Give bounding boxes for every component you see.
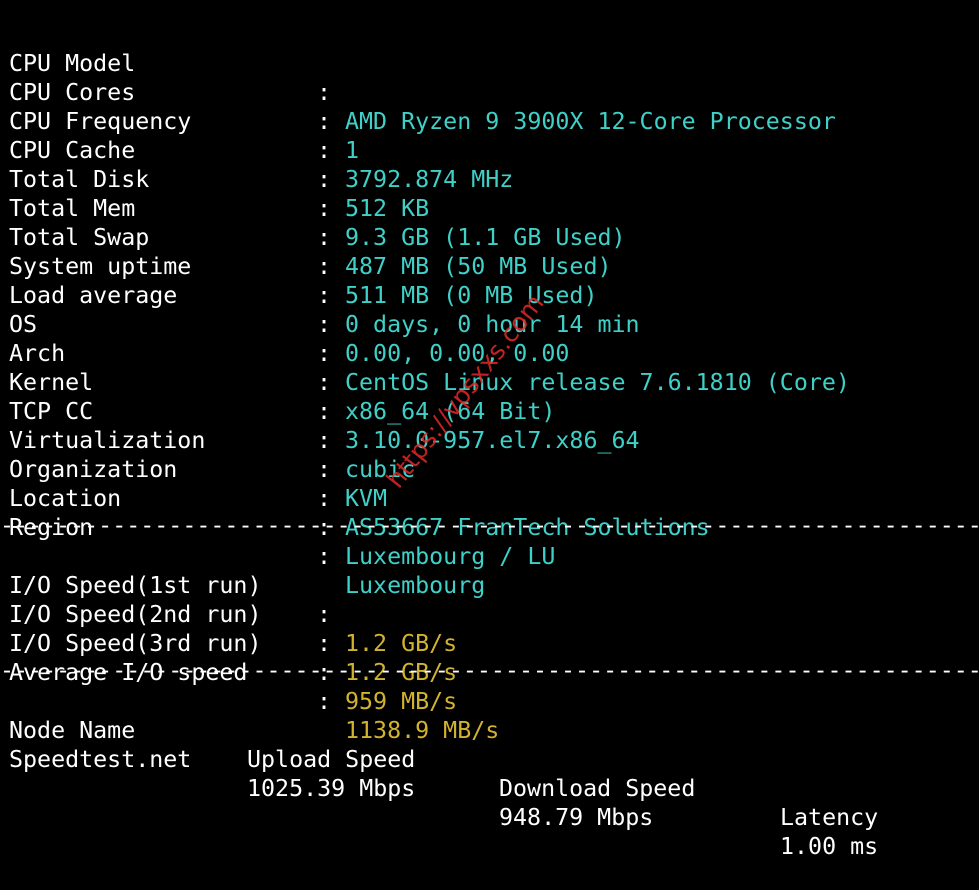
io-row-3rd-run: I/O Speed(3rd run) : 959 MB/s <box>9 600 457 715</box>
header-latency: Latency <box>780 804 879 831</box>
io-row-2nd-run: I/O Speed(2nd run) : 1.2 GB/s <box>9 571 457 686</box>
row-value: 3792.874 MHz <box>345 166 514 193</box>
row-value: KVM <box>345 485 388 512</box>
row-separator: : <box>317 166 332 193</box>
row-separator: : <box>317 340 332 367</box>
sysinfo-row-system-uptime: System uptime : 0 days, 0 hour 14 min <box>9 223 640 338</box>
row-separator: : <box>317 485 332 512</box>
sysinfo-row-arch: Arch : x86_64 (64 Bit) <box>9 310 555 425</box>
download-speed: 948.79 Mbps <box>499 804 654 831</box>
upload-speed: 1025.39 Mbps <box>247 775 416 802</box>
sysinfo-row-load-average: Load average : 0.00, 0.00, 0.00 <box>9 252 569 367</box>
row-value: Luxembourg / LU <box>345 543 556 570</box>
row-separator: : <box>317 456 332 483</box>
sysinfo-row-cpu-cache: CPU Cache : 512 KB <box>9 107 429 222</box>
row-separator: : <box>317 137 332 164</box>
row-separator: : <box>317 195 332 222</box>
header-download-speed: Download Speed <box>499 775 696 802</box>
row-value: 0.00, 0.00, 0.00 <box>345 340 570 367</box>
sysinfo-row-total-disk: Total Disk : 9.3 GB (1.1 GB Used) <box>9 136 626 251</box>
sysinfo-row-kernel: Kernel : 3.10.0-957.el7.x86_64 <box>9 339 640 454</box>
header-upload-speed: Upload Speed <box>247 746 416 773</box>
sysinfo-row-virtualization: Virtualization : KVM <box>9 397 387 512</box>
sysinfo-row-cpu-frequency: CPU Frequency : 3792.874 MHz <box>9 78 513 193</box>
row-separator: : <box>317 630 332 657</box>
row-separator: : <box>317 601 332 628</box>
row-value: 1.2 GB/s <box>345 630 458 657</box>
row-value: x86_64 (64 Bit) <box>345 398 556 425</box>
sysinfo-row-organization: Organization : AS53667 FranTech Solution… <box>9 426 710 541</box>
sysinfo-row-total-swap: Total Swap : 511 MB (0 MB Used) <box>9 194 597 309</box>
row-separator: : <box>317 311 332 338</box>
row-separator: : <box>317 398 332 425</box>
row-separator: : <box>317 427 332 454</box>
row-value: cubic <box>345 456 416 483</box>
row-value: Luxembourg <box>345 572 486 599</box>
row-value: 512 KB <box>345 195 430 222</box>
divider-line: ----------------------------------------… <box>0 657 979 684</box>
divider-line: ----------------------------------------… <box>0 512 979 539</box>
io-row-1st-run: I/O Speed(1st run) : 1.2 GB/s <box>9 542 457 657</box>
row-value: AMD Ryzen 9 3900X 12-Core Processor <box>345 108 836 135</box>
sysinfo-row-cpu-model: CPU Model : AMD Ryzen 9 3900X 12-Core Pr… <box>9 20 836 135</box>
row-separator: : <box>317 543 332 570</box>
row-separator: : <box>317 282 332 309</box>
row-value: 3.10.0-957.el7.x86_64 <box>345 427 640 454</box>
io-row-average: Average I/O speed : 1138.9 MB/s <box>9 629 499 744</box>
sysinfo-row-tcp-cc: TCP CC : cubic <box>9 368 415 483</box>
latency: 1.00 ms <box>780 833 879 860</box>
row-separator: : <box>317 224 332 251</box>
speedtest-row: Speedtest.net 1025.39 Mbps 948.79 Mbps 1… <box>9 716 979 860</box>
row-value: 0 days, 0 hour 14 min <box>345 311 640 338</box>
row-separator: : <box>317 253 332 280</box>
row-separator: : <box>317 79 332 106</box>
row-value: 511 MB (0 MB Used) <box>345 282 598 309</box>
sysinfo-row-region: Region : Luxembourg <box>9 484 485 599</box>
speedtest-header-row: Node Name Upload Speed Download Speed La… <box>9 687 979 831</box>
sysinfo-row-cpu-cores: CPU Cores : 1 <box>9 49 359 164</box>
node-name: Speedtest.net <box>9 746 192 773</box>
row-value: 487 MB (50 MB Used) <box>345 253 612 280</box>
row-separator: : <box>317 108 332 135</box>
row-value: CentOS Linux release 7.6.1810 (Core) <box>345 369 850 396</box>
row-value: 1 <box>345 137 360 164</box>
sysinfo-row-total-mem: Total Mem : 487 MB (50 MB Used) <box>9 165 612 280</box>
row-value: 9.3 GB (1.1 GB Used) <box>345 224 626 251</box>
row-separator: : <box>317 369 332 396</box>
sysinfo-row-os: OS : CentOS Linux release 7.6.1810 (Core… <box>9 281 850 396</box>
sysinfo-row-location: Location : Luxembourg / LU <box>9 455 555 570</box>
